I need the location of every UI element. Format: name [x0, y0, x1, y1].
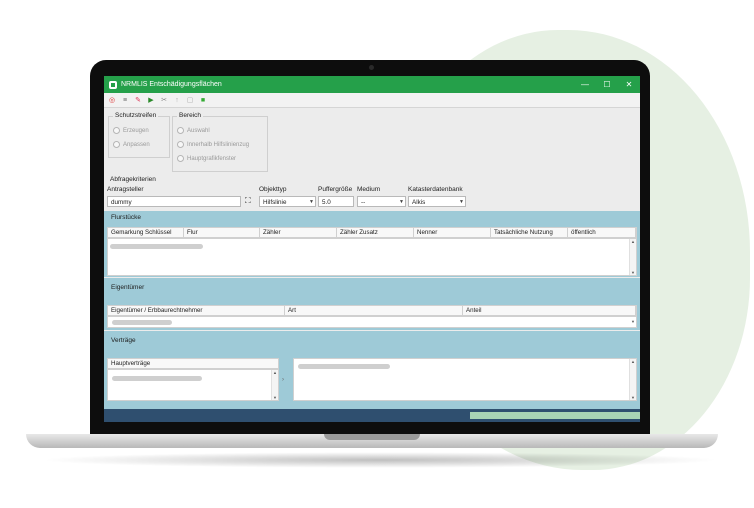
close-button[interactable]: ✕ — [618, 80, 640, 89]
bereich-group: Bereich Auswahl Innerhalb Hilfslinienzug… — [172, 112, 268, 172]
laptop-shadow — [40, 452, 720, 468]
radio-auswahl[interactable]: Auswahl — [177, 127, 210, 134]
export-icon[interactable]: ■ — [198, 95, 208, 105]
bereich-title: Bereich — [177, 112, 204, 119]
flurstuecke-title: Flurstücke — [111, 214, 141, 221]
antragsteller-input[interactable]: dummy — [107, 196, 241, 207]
medium-value: -- — [361, 199, 366, 206]
chevron-down-icon: ▼ — [309, 199, 314, 205]
objekttyp-label: Objekttyp — [259, 186, 287, 193]
vertrag-detail-panel[interactable]: ▲ ▼ — [293, 358, 637, 401]
arrow-up-icon[interactable]: ▲ — [630, 359, 636, 364]
column-header[interactable]: Zähler Zusatz — [337, 228, 414, 237]
radio-erzeugen[interactable]: Erzeugen — [113, 127, 149, 134]
document-icon[interactable]: ▢ — [185, 95, 195, 105]
flurstuecke-section: Flurstücke Gemarkung Schlüssel Flur Zähler… — [104, 211, 640, 277]
scrollbar[interactable]: ▲ ▼ — [629, 239, 636, 275]
medium-select[interactable]: -- ▼ — [357, 196, 406, 207]
schutzstreifen-group: Schutzstreifen Erzeugen Anpassen — [108, 112, 170, 158]
arrow-down-icon[interactable]: ▼ — [630, 319, 636, 324]
column-header[interactable]: Nenner — [414, 228, 491, 237]
app-window: NRMLIS Entschädigungsflächen — ☐ ✕ ◎ ≡ ✎ ▶ ✂… — [104, 76, 640, 422]
radio-anpassen[interactable]: Anpassen — [113, 141, 150, 148]
column-header[interactable]: Flur — [184, 228, 260, 237]
radio-hauptgrafik[interactable]: Hauptgrafikfenster — [177, 155, 236, 162]
map-icon[interactable]: ◎ — [107, 95, 117, 105]
kataster-select[interactable]: Alkis ▼ — [408, 196, 466, 207]
radio-innerhalb[interactable]: Innerhalb Hilfslinienzug — [177, 141, 249, 148]
hauptvertraege-label: Hauptverträge — [111, 360, 151, 367]
radio-label: Hauptgrafikfenster — [187, 155, 237, 162]
flurstuecke-table[interactable]: ▲ ▼ — [107, 238, 637, 276]
medium-label: Medium — [357, 186, 381, 193]
column-header[interactable]: Art — [285, 306, 463, 315]
laptop-notch — [324, 434, 420, 440]
pencil-icon[interactable]: ✎ — [133, 95, 143, 105]
antragsteller-label: Antragsteller — [107, 186, 144, 193]
vertraege-title: Verträge — [111, 337, 136, 344]
radio-label: Innerhalb Hilfslinienzug — [187, 141, 250, 148]
list-item[interactable] — [112, 376, 202, 381]
app-icon — [109, 80, 117, 89]
camera-icon — [369, 65, 374, 70]
list-icon[interactable]: ≡ — [120, 95, 130, 105]
chevron-down-icon: ▼ — [459, 199, 464, 205]
eigentuemer-table[interactable]: ▼ — [107, 316, 637, 328]
arrow-up-icon[interactable]: ▲ — [272, 370, 278, 375]
window-title: NRMLIS Entschädigungsflächen — [121, 81, 222, 88]
puffer-label: Puffergröße — [318, 186, 353, 193]
arrow-down-icon[interactable]: ▼ — [630, 395, 636, 400]
table-row[interactable] — [110, 244, 203, 249]
objekttyp-value: Hilfslinie — [263, 199, 287, 206]
column-header[interactable]: Gemarkung Schlüssel — [108, 228, 184, 237]
radio-dot-icon — [177, 127, 184, 134]
objekttyp-select[interactable]: Hilfslinie ▼ — [259, 196, 316, 207]
chevron-down-icon: ▼ — [399, 199, 404, 205]
vertraege-section: Verträge Hauptverträge ▲ ▼ › ▲ ▼ — [104, 331, 640, 409]
column-header[interactable]: Zähler — [260, 228, 337, 237]
scissors-icon[interactable]: ✂ — [159, 95, 169, 105]
minimize-button[interactable]: — — [574, 80, 596, 89]
title-bar: NRMLIS Entschädigungsflächen — ☐ ✕ — [104, 76, 640, 93]
hauptvertraege-header: Hauptverträge — [107, 358, 279, 369]
radio-dot-icon — [177, 155, 184, 162]
abfrage-title: Abfragekriterien — [110, 176, 156, 183]
arrow-right-icon[interactable]: › — [282, 377, 284, 383]
toolbar: ◎ ≡ ✎ ▶ ✂ ↑ ▢ ■ — [104, 93, 640, 108]
puffer-input[interactable]: 5.0 — [318, 196, 354, 207]
radio-label: Anpassen — [123, 141, 150, 148]
progress-bar — [470, 412, 640, 419]
kataster-label: Katasterdatenbank — [408, 186, 463, 193]
arrow-down-icon[interactable]: ▼ — [630, 270, 636, 275]
radio-label: Auswahl — [187, 127, 210, 134]
column-header[interactable]: öffentlich — [568, 228, 636, 237]
arrow-up-icon[interactable]: ▲ — [630, 239, 636, 244]
column-header[interactable]: Tatsächliche Nutzung — [491, 228, 568, 237]
column-header[interactable]: Eigentümer / Erbbaurechtnehmer — [108, 306, 285, 315]
eigentuemer-section: Eigentümer Eigentümer / Erbbaurechtnehme… — [104, 278, 640, 330]
kataster-value: Alkis — [412, 199, 426, 206]
eigentuemer-header: Eigentümer / Erbbaurechtnehmer Art Anteil — [107, 305, 637, 316]
radio-label: Erzeugen — [123, 127, 149, 134]
hauptvertraege-list[interactable]: ▲ ▼ — [107, 369, 279, 401]
maximize-button[interactable]: ☐ — [596, 80, 618, 89]
scrollbar[interactable]: ▲ ▼ — [629, 359, 636, 400]
radio-dot-icon — [177, 141, 184, 148]
list-item[interactable] — [298, 364, 390, 369]
upload-icon[interactable]: ↑ — [172, 95, 182, 105]
flurstuecke-header: Gemarkung Schlüssel Flur Zähler Zähler Zusa… — [107, 227, 637, 238]
scrollbar[interactable]: ▲ ▼ — [271, 370, 278, 400]
schutzstreifen-title: Schutzstreifen — [113, 112, 159, 119]
binoculars-icon[interactable]: ⛶ — [245, 196, 251, 206]
column-header[interactable]: Anteil — [463, 306, 636, 315]
radio-dot-icon — [113, 141, 120, 148]
eigentuemer-title: Eigentümer — [111, 284, 145, 291]
layers-icon[interactable]: ▶ — [146, 95, 156, 105]
arrow-down-icon[interactable]: ▼ — [272, 395, 278, 400]
radio-dot-icon — [113, 127, 120, 134]
table-row[interactable] — [112, 320, 172, 325]
